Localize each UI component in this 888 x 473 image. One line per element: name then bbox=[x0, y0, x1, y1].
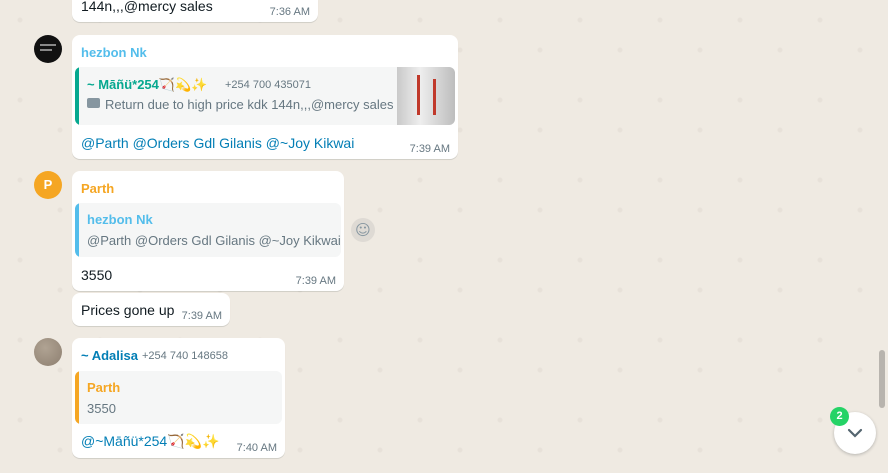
quote-text: 3550 bbox=[87, 401, 116, 416]
quote-bar bbox=[75, 203, 79, 257]
scrollbar-thumb[interactable] bbox=[879, 350, 885, 408]
message-time: 7:39 AM bbox=[295, 275, 336, 287]
quote-bar bbox=[75, 371, 79, 424]
quote-thumbnail bbox=[397, 67, 455, 125]
quote-author: hezbon Nk bbox=[87, 212, 153, 227]
message-time: 7:36 AM bbox=[269, 6, 310, 18]
message-text: 144n,,,@mercy sales bbox=[81, 0, 213, 14]
message-text: 3550 bbox=[81, 267, 113, 283]
message-mentions[interactable]: @Parth @Orders Gdl Gilanis @~Joy Kikwai bbox=[81, 135, 354, 151]
emoji-icon: ☺ bbox=[355, 221, 371, 239]
message-time: 7:40 AM bbox=[236, 442, 277, 454]
quote-bar bbox=[75, 67, 79, 125]
unread-count-badge: 2 bbox=[830, 407, 849, 426]
avatar-parth[interactable]: P bbox=[34, 171, 62, 199]
quote-text: Return due to high price kdk 144n,,,@mer… bbox=[105, 97, 394, 112]
avatar-adalisa[interactable] bbox=[34, 338, 62, 366]
message-mentions[interactable]: @~Māñü*254🏹💫✨ bbox=[81, 433, 220, 450]
message-time: 7:39 AM bbox=[181, 310, 222, 322]
message-bubble[interactable]: Parth hezbon Nk @Parth @Orders Gdl Gilan… bbox=[72, 171, 344, 291]
sender-name[interactable]: hezbon Nk bbox=[81, 45, 147, 60]
message-text: Prices gone up bbox=[81, 302, 175, 318]
message-time: 7:39 AM bbox=[409, 143, 450, 155]
sender-name[interactable]: Parth bbox=[81, 181, 114, 196]
quote-author: ~ Māñü*254🏹💫✨ bbox=[87, 77, 208, 92]
unread-count: 2 bbox=[836, 410, 843, 422]
quote-author: Parth bbox=[87, 380, 121, 395]
quoted-message[interactable]: Parth 3550 bbox=[75, 371, 282, 424]
quote-phone: +254 700 435071 bbox=[225, 79, 311, 91]
quoted-message[interactable]: ~ Māñü*254🏹💫✨ +254 700 435071 Return due… bbox=[75, 67, 455, 125]
sender-name[interactable]: ~ Adalisa bbox=[81, 348, 138, 363]
message-bubble[interactable]: ~ Adalisa +254 740 148658 Parth 3550 @~M… bbox=[72, 338, 285, 458]
avatar-hezbon[interactable] bbox=[34, 35, 62, 63]
quote-text: @Parth @Orders Gdl Gilanis @~Joy Kikwai bbox=[87, 233, 341, 248]
quoted-message[interactable]: hezbon Nk @Parth @Orders Gdl Gilanis @~J… bbox=[75, 203, 341, 257]
message-bubble[interactable]: hezbon Nk ~ Māñü*254🏹💫✨ +254 700 435071 … bbox=[72, 35, 458, 159]
camera-icon bbox=[87, 98, 100, 108]
sender-phone: +254 740 148658 bbox=[142, 350, 228, 362]
avatar-letter: P bbox=[43, 177, 53, 192]
chevron-down-icon bbox=[847, 428, 863, 438]
emoji-react-button[interactable]: ☺ bbox=[351, 218, 375, 242]
message-bubble[interactable]: Prices gone up 7:39 AM bbox=[72, 293, 230, 326]
message-bubble[interactable]: 144n,,,@mercy sales 7:36 AM bbox=[72, 0, 318, 22]
